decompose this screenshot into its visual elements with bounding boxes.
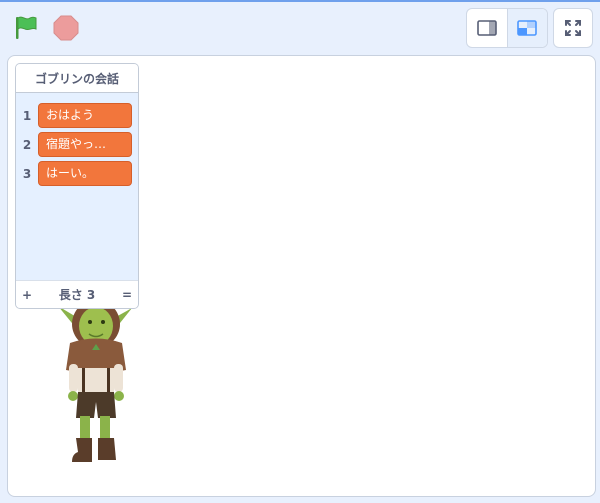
large-stage-icon [517,20,538,36]
goblin-sprite[interactable] [56,298,136,468]
top-accent-line [0,0,600,2]
list-item-value[interactable]: はーい。 [38,161,132,186]
large-stage-button[interactable] [507,9,547,47]
list-item-index: 3 [22,166,32,181]
list-monitor-footer: + 長さ 3 = [16,280,138,308]
list-item-value[interactable]: 宿題やっ… [38,132,132,157]
list-item-index: 1 [22,108,32,123]
list-item: 2 宿題やっ… [16,131,138,158]
green-flag-icon [16,16,37,39]
stop-icon [53,15,79,41]
list-monitor[interactable]: ゴブリンの会話 1 おはよう 2 宿題やっ… 3 はーい。 + 長さ 3 = [15,63,139,309]
resize-handle[interactable]: = [120,288,134,302]
fullscreen-icon [565,20,581,36]
list-item: 3 はーい。 [16,160,138,187]
stage-size-toggle [466,8,548,48]
green-flag-button[interactable] [10,12,42,44]
add-item-button[interactable]: + [20,288,34,302]
list-monitor-title: ゴブリンの会話 [16,64,138,93]
list-item: 1 おはよう [16,102,138,129]
small-stage-button[interactable] [467,9,508,47]
list-item-index: 2 [22,137,32,152]
stage-canvas[interactable]: ゴブリンの会話 1 おはよう 2 宿題やっ… 3 はーい。 + 長さ 3 = [7,55,596,497]
list-length-label: 長さ 3 [58,288,96,302]
small-stage-icon [476,20,497,36]
list-item-value[interactable]: おはよう [38,103,132,128]
stop-button[interactable] [50,12,82,44]
fullscreen-button[interactable] [553,8,593,48]
